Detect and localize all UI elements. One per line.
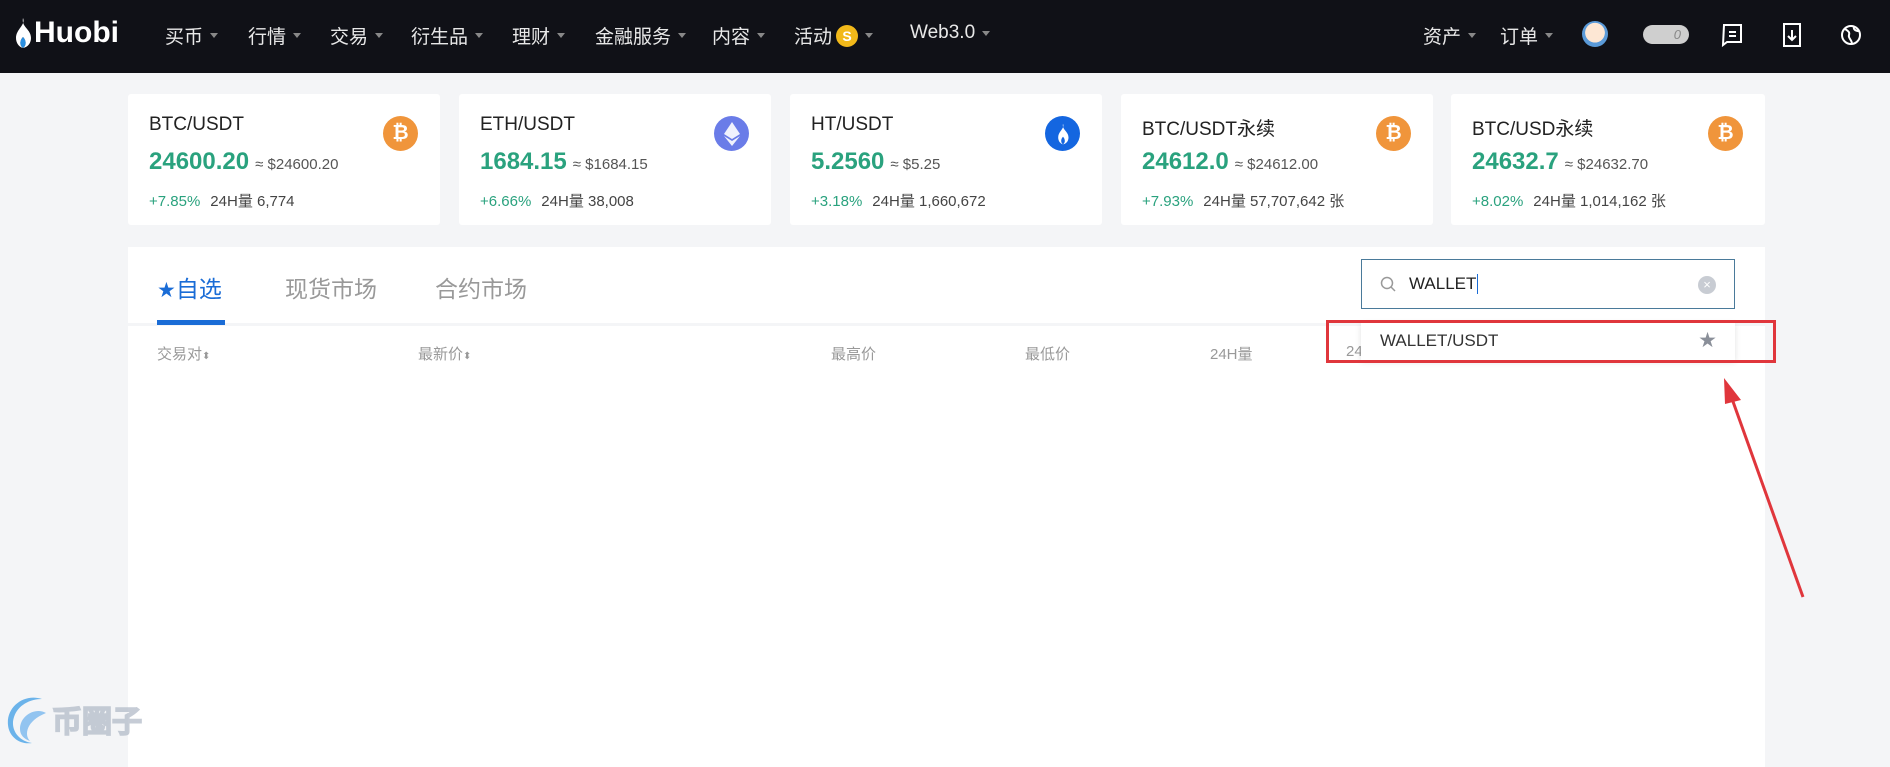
watermark-logo: 币圈子 bbox=[2, 693, 143, 745]
annotation-arrow bbox=[1724, 378, 1805, 598]
